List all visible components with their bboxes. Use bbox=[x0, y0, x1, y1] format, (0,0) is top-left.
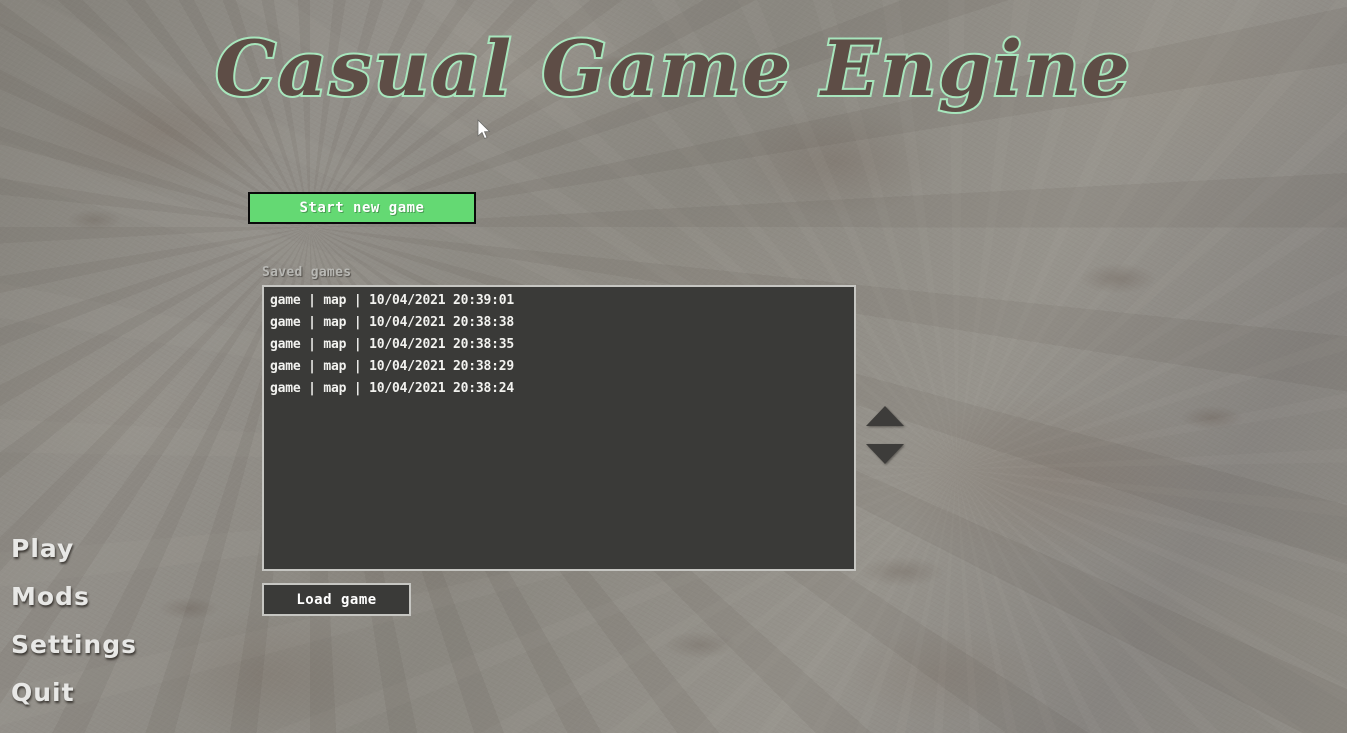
saved-games-label: Saved games bbox=[262, 265, 351, 280]
nav-item-quit[interactable]: Quit bbox=[11, 680, 75, 706]
nav-item-play[interactable]: Play bbox=[11, 536, 74, 562]
nav-item-mods[interactable]: Mods bbox=[11, 584, 90, 610]
triangle-down-icon[interactable] bbox=[866, 444, 904, 464]
nav-item-settings[interactable]: Settings bbox=[11, 632, 137, 658]
list-item[interactable]: game | map | 10/04/2021 20:38:24 bbox=[264, 378, 854, 400]
triangle-up-icon[interactable] bbox=[866, 406, 904, 426]
load-game-button[interactable]: Load game bbox=[262, 583, 411, 616]
list-item[interactable]: game | map | 10/04/2021 20:38:29 bbox=[264, 356, 854, 378]
saved-games-scrollbar[interactable] bbox=[866, 406, 906, 478]
start-new-game-button[interactable]: Start new game bbox=[248, 192, 476, 224]
list-item[interactable]: game | map | 10/04/2021 20:39:01 bbox=[264, 290, 854, 312]
saved-games-list[interactable]: game | map | 10/04/2021 20:39:01 game | … bbox=[262, 285, 856, 571]
game-main-menu-screen: Casual Game Engine Start new game Saved … bbox=[0, 0, 1347, 733]
list-item[interactable]: game | map | 10/04/2021 20:38:35 bbox=[264, 334, 854, 356]
list-item[interactable]: game | map | 10/04/2021 20:38:38 bbox=[264, 312, 854, 334]
main-nav-menu: Play Mods Settings Quit bbox=[11, 536, 241, 728]
